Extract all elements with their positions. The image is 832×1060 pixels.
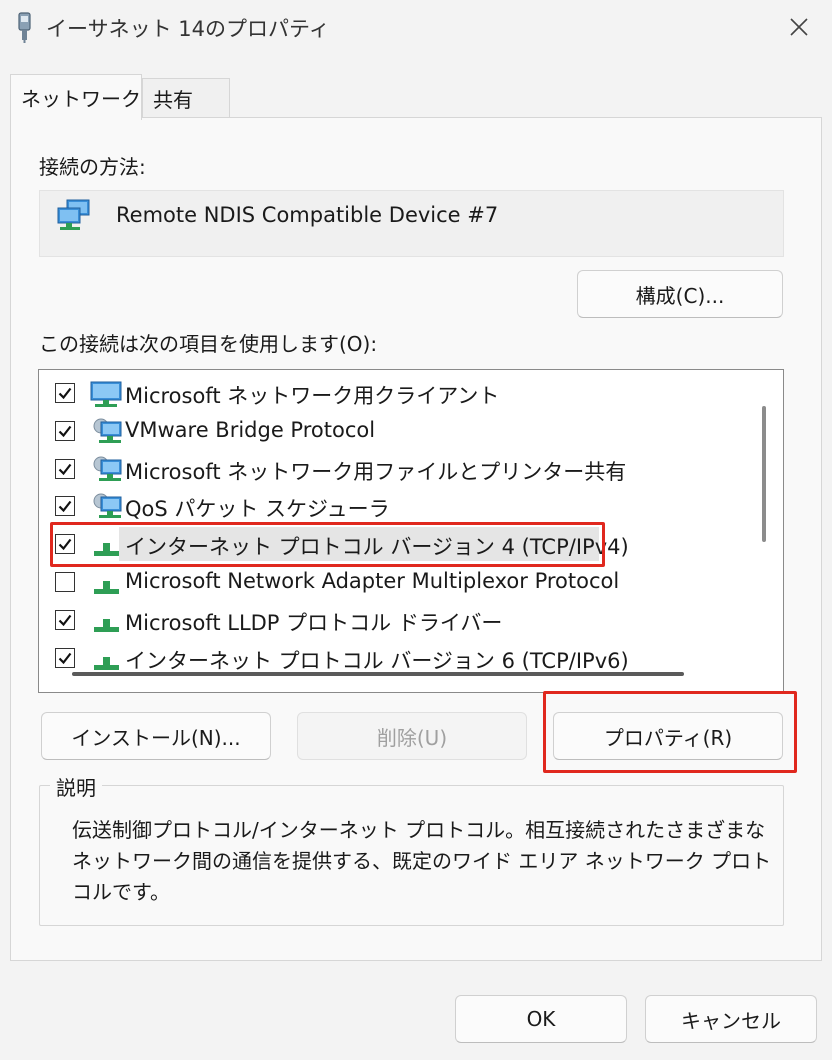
item-checkbox[interactable] (55, 572, 75, 592)
vertical-scrollbar[interactable] (762, 406, 766, 542)
highlight-frame-properties (543, 691, 797, 773)
item-label: Microsoft ネットワーク用クライアント (125, 384, 500, 408)
list-item[interactable]: Microsoft Network Adapter Multiplexor Pr… (39, 565, 759, 601)
item-label: Microsoft Network Adapter Multiplexor Pr… (125, 569, 620, 593)
checkmark-icon (58, 387, 72, 400)
checkmark-icon (58, 425, 72, 437)
list-item[interactable]: QoS パケット スケジューラ (39, 489, 759, 525)
tab-sharing[interactable]: 共有 (142, 78, 230, 118)
cancel-button[interactable]: キャンセル (645, 995, 817, 1043)
client-icon (89, 378, 123, 414)
ok-button[interactable]: OK (455, 995, 627, 1043)
close-icon (790, 18, 808, 36)
item-checkbox[interactable] (55, 647, 75, 668)
service-icon (89, 416, 123, 452)
description-title: 説明 (50, 772, 102, 801)
description-text: 伝送制御プロトコル/インターネット プロトコル。相互接続されたさまざまなネットワ… (72, 818, 772, 904)
list-item[interactable]: Microsoft ネットワーク用ファイルとプリンター共有 (39, 452, 759, 488)
window-title: イーサネット 14のプロパティ (46, 17, 330, 41)
checkmark-icon (58, 501, 72, 513)
network-adapter-icon (16, 12, 34, 44)
horizontal-scrollbar[interactable] (72, 672, 684, 676)
item-checkbox[interactable] (55, 609, 75, 630)
items-label: この接続は次の項目を使用します(O): (39, 332, 378, 356)
network-device-icon (56, 199, 92, 239)
checkmark-icon (58, 652, 72, 664)
list-item[interactable]: Microsoft ネットワーク用クライアント (39, 376, 759, 412)
protocol-icon (89, 605, 123, 641)
list-item[interactable]: VMware Bridge Protocol (39, 414, 759, 450)
configure-button[interactable]: 構成(C)... (577, 270, 783, 318)
item-checkbox[interactable] (55, 496, 75, 517)
item-label: Microsoft ネットワーク用ファイルとプリンター共有 (125, 459, 627, 484)
item-checkbox[interactable] (55, 383, 75, 403)
title-bar: イーサネット 14のプロパティ (0, 0, 832, 56)
install-button[interactable]: インストール(N)... (41, 712, 271, 760)
item-label: Microsoft LLDP プロトコル ドライバー (125, 610, 503, 635)
uninstall-button[interactable]: 削除(U) (297, 712, 527, 760)
device-name: Remote NDIS Compatible Device #7 (116, 203, 499, 227)
item-label: QoS パケット スケジューラ (125, 497, 390, 522)
item-label: インターネット プロトコル バージョン 6 (TCP/IPv6) (125, 648, 629, 673)
highlight-frame-tcpipv4 (50, 522, 605, 567)
item-checkbox[interactable] (55, 420, 75, 441)
service-icon (89, 454, 123, 490)
item-checkbox[interactable] (55, 458, 75, 479)
list-item[interactable]: Microsoft LLDP プロトコル ドライバー (39, 603, 759, 639)
checkmark-icon (58, 614, 72, 626)
close-button[interactable] (782, 10, 816, 44)
item-label: VMware Bridge Protocol (125, 417, 376, 442)
checkmark-icon (58, 463, 72, 475)
connect-using-label: 接続の方法: (39, 155, 146, 179)
tab-network[interactable]: ネットワーク (10, 74, 142, 120)
protocol-icon (89, 567, 123, 603)
